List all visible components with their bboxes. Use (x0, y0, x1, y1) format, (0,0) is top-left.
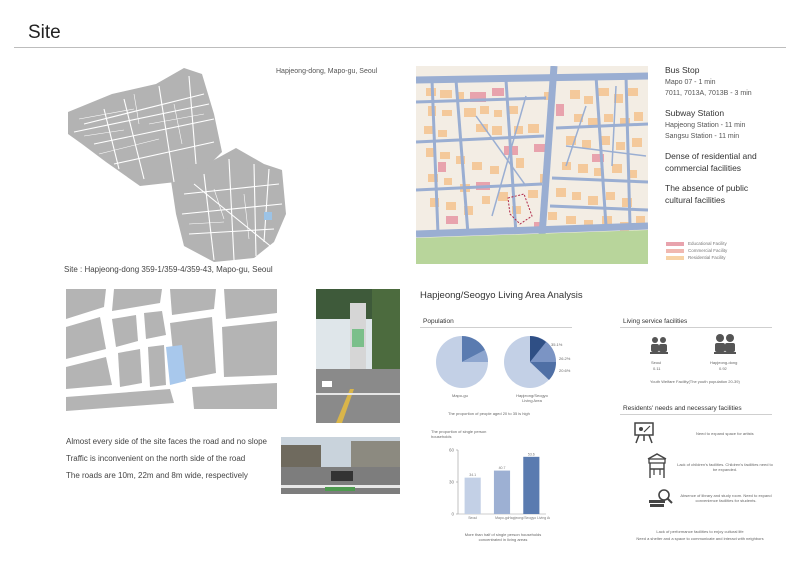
bar-chart-ytick-label-0: 0 (451, 512, 454, 517)
need-text-artists: Need to expand space for artists (696, 431, 754, 436)
people-icon-seoul (650, 337, 668, 354)
legend-swatch-educational (666, 241, 684, 246)
site-caption: Site : Hapjeong-dong 359-1/359-4/359-43,… (64, 265, 273, 274)
bar-category-label-1: Mapo-gu (495, 516, 509, 520)
site-closeup-svg (66, 289, 277, 421)
living-caption: Youth Welfare Facility(The youth populat… (650, 379, 740, 384)
playground-icon (647, 453, 667, 478)
legend-label-educational: Educational Facility (688, 241, 727, 246)
bar-chart-caption: More than half of single person househol… (464, 532, 542, 542)
living-divider (620, 327, 772, 328)
street-photo-2-svg (281, 437, 400, 494)
population-pies (430, 332, 570, 392)
population-heading: Population (423, 318, 454, 325)
bar-category-label-0: Seoul (468, 516, 477, 520)
legend-swatch-commercial (666, 248, 684, 253)
area-map (64, 64, 394, 264)
bar-0 (464, 477, 481, 514)
page-title: Site (28, 22, 61, 43)
need-artists (632, 421, 656, 445)
people-icon-hapjeong (714, 334, 736, 354)
artist-easel-icon (634, 422, 654, 444)
need-library (647, 488, 673, 510)
transport-panel: Bus Stop Mapo 07 - 1 min 7011, 7013A, 70… (665, 65, 795, 206)
pies-svg (436, 336, 557, 388)
need-children (645, 453, 669, 479)
subway-line-2: Sangsu Station - 11 min (665, 133, 740, 140)
bus-line-1: Mapo 07 - 1 min (665, 79, 716, 86)
living-item-hapjeong (712, 332, 738, 356)
legend-label-commercial: Commercial Facility (688, 248, 728, 253)
land-use-legend: Educational Facility Commercial Facility… (666, 240, 727, 261)
bar-chart-ytick-label-1: 30 (449, 480, 455, 485)
road-note-1: Almost every side of the site faces the … (66, 437, 268, 446)
legend-label-residential: Residential Facility (688, 255, 726, 260)
pie-value-1: 35.1% (551, 342, 563, 347)
bus-line-2: 7011, 7013A, 7013B - 3 min (665, 90, 752, 97)
road-notes: Almost every side of the site faces the … (66, 435, 267, 483)
area-map-svg (68, 68, 286, 262)
pie-label-mapo: Mapo-gu (452, 393, 468, 398)
header-divider (14, 47, 786, 48)
living-heading: Living service facilities (623, 318, 688, 325)
pie-mapo (436, 336, 488, 388)
legend-residential: Residential Facility (666, 254, 727, 261)
pie-value-2: 26.2% (559, 356, 571, 361)
road-note-3: The roads are 10m, 22m and 8m wide, resp… (66, 471, 248, 480)
pie-living-area (504, 336, 557, 388)
living-name-hapjeong: Hapjeong-dong (710, 360, 738, 365)
density-note: Dense of residential and commercial faci… (665, 151, 757, 173)
needs-footer-1: Lack of performance facilities to enjoy … (656, 529, 744, 534)
analysis-title: Hapjeong/Seogyo Living Area Analysis (420, 290, 583, 301)
need-text-library: Absence of library and study room. Need … (680, 493, 772, 503)
bar-chart-ytick-label-2: 60 (449, 448, 455, 453)
pie-value-3: 20.6% (559, 368, 571, 373)
population-caption: The proportion of people aged 20 to 35 i… (448, 411, 530, 416)
legend-swatch-residential (666, 255, 684, 260)
bar-chart-title: The proportion of single person househol… (431, 429, 487, 439)
bar-category-label-2: Hapjeong/Seogyo Living Area (508, 516, 550, 520)
bar-value-label-2: 53.6 (528, 452, 535, 456)
street-photo-2 (281, 437, 400, 494)
absence-note: The absence of public cultural facilitie… (665, 183, 749, 205)
bar-value-label-0: 34.1 (469, 473, 476, 477)
needs-heading: Residents' needs and necessary facilitie… (623, 405, 742, 412)
legend-educational: Educational Facility (666, 240, 727, 247)
street-photo-1 (316, 289, 400, 423)
library-icon (649, 489, 673, 507)
street-photo-1-svg (316, 289, 400, 423)
bar-value-label-1: 40.7 (499, 466, 506, 470)
single-household-chart: 0 30 60 34.1 Seoul 40.7 Mapo-gu 53.6 Hapjeong/Se… (440, 444, 550, 526)
population-divider (420, 327, 572, 328)
living-value-hapjeong: 0.92 (719, 366, 727, 371)
land-use-map (416, 66, 648, 264)
subway-line-1: Hapjeong Station - 11 min (665, 122, 746, 129)
bar-2 (523, 456, 540, 514)
pie-label-living: Hapjeong/Seogyo Living Area (516, 393, 548, 403)
subway-heading: Subway Station (665, 108, 725, 118)
bus-heading: Bus Stop (665, 65, 700, 75)
legend-commercial: Commercial Facility (666, 247, 727, 254)
land-use-map-svg (416, 66, 648, 264)
site-closeup-map (66, 289, 277, 421)
site-marker (264, 212, 272, 220)
living-value-seoul: 0.11 (653, 366, 661, 371)
needs-footer-2: Need a shelter and a space to communicat… (636, 536, 764, 541)
bar-chart-svg: 0 30 60 34.1 Seoul 40.7 Mapo-gu 53.6 Hapjeong/Se… (449, 448, 550, 521)
bar-1 (493, 470, 511, 514)
needs-divider (620, 414, 772, 415)
living-item-seoul (648, 335, 670, 355)
need-text-children: Lack of children's facilities. Children'… (677, 462, 773, 472)
living-name-seoul: Seoul (651, 360, 662, 365)
road-note-2: Traffic is inconvenient on the north sid… (66, 454, 246, 463)
location-label: Hapjeong-dong, Mapo-gu, Seoul (276, 68, 378, 75)
